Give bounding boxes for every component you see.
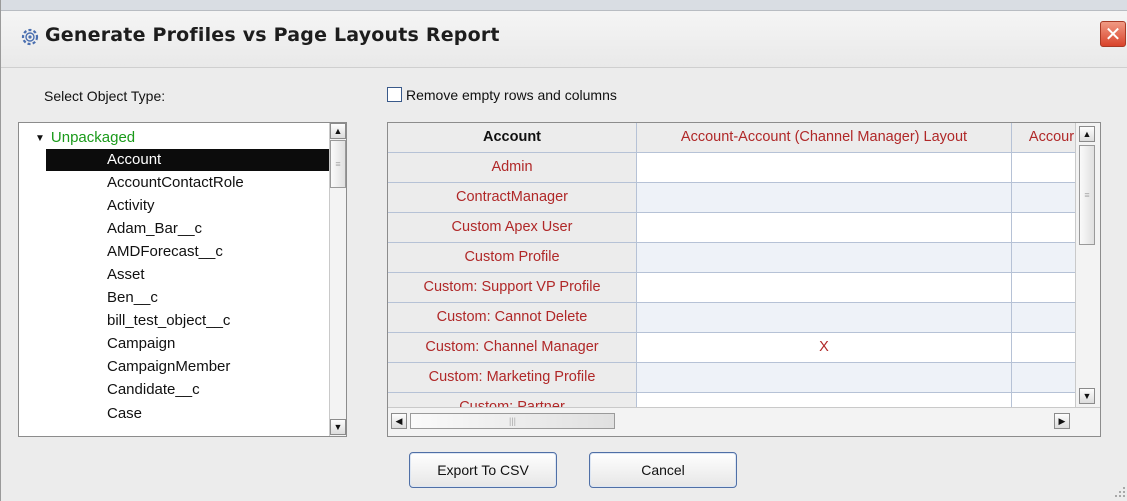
report-grid[interactable]: Account Account-Account (Channel Manager)… bbox=[387, 122, 1101, 437]
grid-scroll-right-button[interactable]: ▶ bbox=[1054, 413, 1070, 429]
tree-node-label: Unpackaged bbox=[50, 129, 136, 146]
grid-cell[interactable] bbox=[637, 153, 1012, 183]
grid-row-header[interactable]: Admin bbox=[388, 153, 637, 183]
grid-row-header[interactable]: Custom: Partner bbox=[388, 393, 637, 407]
grid-hscrollbar[interactable]: ◀ ||| ▶ bbox=[388, 407, 1100, 436]
chevron-down-icon: ▼ bbox=[1082, 390, 1092, 401]
grid-vscroll-thumb[interactable]: ≡ bbox=[1079, 145, 1095, 245]
close-icon: ✕ bbox=[1104, 22, 1122, 46]
grid-cell[interactable] bbox=[1012, 363, 1075, 393]
object-type-item[interactable]: Activity bbox=[19, 195, 329, 217]
dialog-title: Generate Profiles vs Page Layouts Report bbox=[45, 24, 500, 46]
object-type-item[interactable]: AMDForecast__c bbox=[19, 241, 329, 263]
grid-column-header[interactable]: Accour bbox=[1012, 123, 1075, 153]
scroll-down-button[interactable]: ▼ bbox=[330, 419, 346, 435]
grid-scroll-down-button[interactable]: ▼ bbox=[1079, 388, 1095, 404]
close-button[interactable]: ✕ bbox=[1100, 21, 1126, 47]
chevron-down-icon: ▼ bbox=[333, 421, 343, 432]
chevron-right-icon: ▶ bbox=[1058, 415, 1066, 426]
grid-row-header[interactable]: Custom: Channel Manager bbox=[388, 333, 637, 363]
object-type-item[interactable]: Ben__c bbox=[19, 287, 329, 309]
object-type-item[interactable]: bill_test_object__c bbox=[19, 310, 329, 332]
grid-scroll-up-button[interactable]: ▲ bbox=[1079, 126, 1095, 142]
grid-cell[interactable] bbox=[1012, 153, 1075, 183]
chevron-up-icon: ▲ bbox=[333, 125, 343, 136]
grid-cell[interactable] bbox=[637, 393, 1012, 407]
grid-cell[interactable] bbox=[637, 183, 1012, 213]
grid-row-header[interactable]: ContractManager bbox=[388, 183, 637, 213]
object-type-item[interactable]: Candidate__c bbox=[19, 379, 329, 401]
grid-row-header[interactable]: Custom Apex User bbox=[388, 213, 637, 243]
title-bar[interactable]: Generate Profiles vs Page Layouts Report… bbox=[1, 0, 1127, 68]
expand-triangle-icon[interactable]: ▼ bbox=[35, 133, 45, 144]
resize-grip-icon[interactable] bbox=[1114, 486, 1126, 498]
remove-empty-label[interactable]: Remove empty rows and columns bbox=[406, 87, 617, 103]
grid-cell[interactable] bbox=[1012, 303, 1075, 333]
grid-row-header[interactable]: Custom Profile bbox=[388, 243, 637, 273]
chevron-left-icon: ◀ bbox=[395, 415, 403, 426]
scroll-up-button[interactable]: ▲ bbox=[330, 123, 346, 139]
grid-vscrollbar[interactable]: ▲ ≡ ▼ bbox=[1075, 123, 1100, 407]
object-type-item[interactable]: Asset bbox=[19, 264, 329, 286]
cancel-button[interactable]: Cancel bbox=[589, 452, 737, 488]
grid-row-header[interactable]: Custom: Cannot Delete bbox=[388, 303, 637, 333]
grid-cell[interactable] bbox=[637, 303, 1012, 333]
grid-cell[interactable] bbox=[1012, 183, 1075, 213]
chevron-up-icon: ▲ bbox=[1082, 128, 1092, 139]
grid-cell[interactable] bbox=[637, 273, 1012, 303]
tree-node-unpackaged[interactable]: ▼ Unpackaged bbox=[35, 129, 135, 146]
object-type-item[interactable]: Case bbox=[19, 403, 329, 425]
object-type-item[interactable]: Campaign bbox=[19, 333, 329, 355]
grid-cell[interactable] bbox=[637, 213, 1012, 243]
grid-row-header[interactable]: Custom: Support VP Profile bbox=[388, 273, 637, 303]
window-top-edge bbox=[1, 0, 1127, 11]
grid-hscroll-thumb[interactable]: ||| bbox=[410, 413, 615, 429]
grid-cell[interactable] bbox=[1012, 273, 1075, 303]
grid-cell[interactable] bbox=[637, 363, 1012, 393]
grid-column-header[interactable]: Account-Account (Channel Manager) Layout bbox=[637, 123, 1012, 153]
object-type-label: Select Object Type: bbox=[44, 88, 166, 104]
export-csv-button[interactable]: Export To CSV bbox=[409, 452, 557, 488]
remove-empty-checkbox[interactable] bbox=[387, 87, 402, 102]
grid-corner-header: Account bbox=[388, 123, 637, 153]
grid-cell[interactable] bbox=[637, 243, 1012, 273]
object-type-item[interactable]: AccountContactRole bbox=[19, 172, 329, 194]
grid-cell[interactable] bbox=[1012, 243, 1075, 273]
object-type-item[interactable]: CampaignMember bbox=[19, 356, 329, 378]
grid-cell[interactable] bbox=[1012, 213, 1075, 243]
object-type-item[interactable]: Adam_Bar__c bbox=[19, 218, 329, 240]
object-type-list[interactable]: ▼ Unpackaged Account AccountContactRole Act… bbox=[18, 122, 347, 437]
report-grid-body: Account Account-Account (Channel Manager)… bbox=[388, 123, 1075, 407]
grid-cell[interactable] bbox=[1012, 393, 1075, 407]
report-dialog: Generate Profiles vs Page Layouts Report… bbox=[0, 0, 1127, 501]
grid-scroll-left-button[interactable]: ◀ bbox=[391, 413, 407, 429]
object-type-item[interactable]: Account bbox=[46, 149, 329, 171]
object-list-vscrollbar[interactable]: ▲ ≡ ▼ bbox=[329, 123, 346, 436]
grid-cell[interactable] bbox=[1012, 333, 1075, 363]
gear-icon bbox=[21, 28, 39, 46]
scroll-thumb[interactable]: ≡ bbox=[330, 140, 346, 188]
grid-row-header[interactable]: Custom: Marketing Profile bbox=[388, 363, 637, 393]
grid-cell[interactable]: X bbox=[637, 333, 1012, 363]
